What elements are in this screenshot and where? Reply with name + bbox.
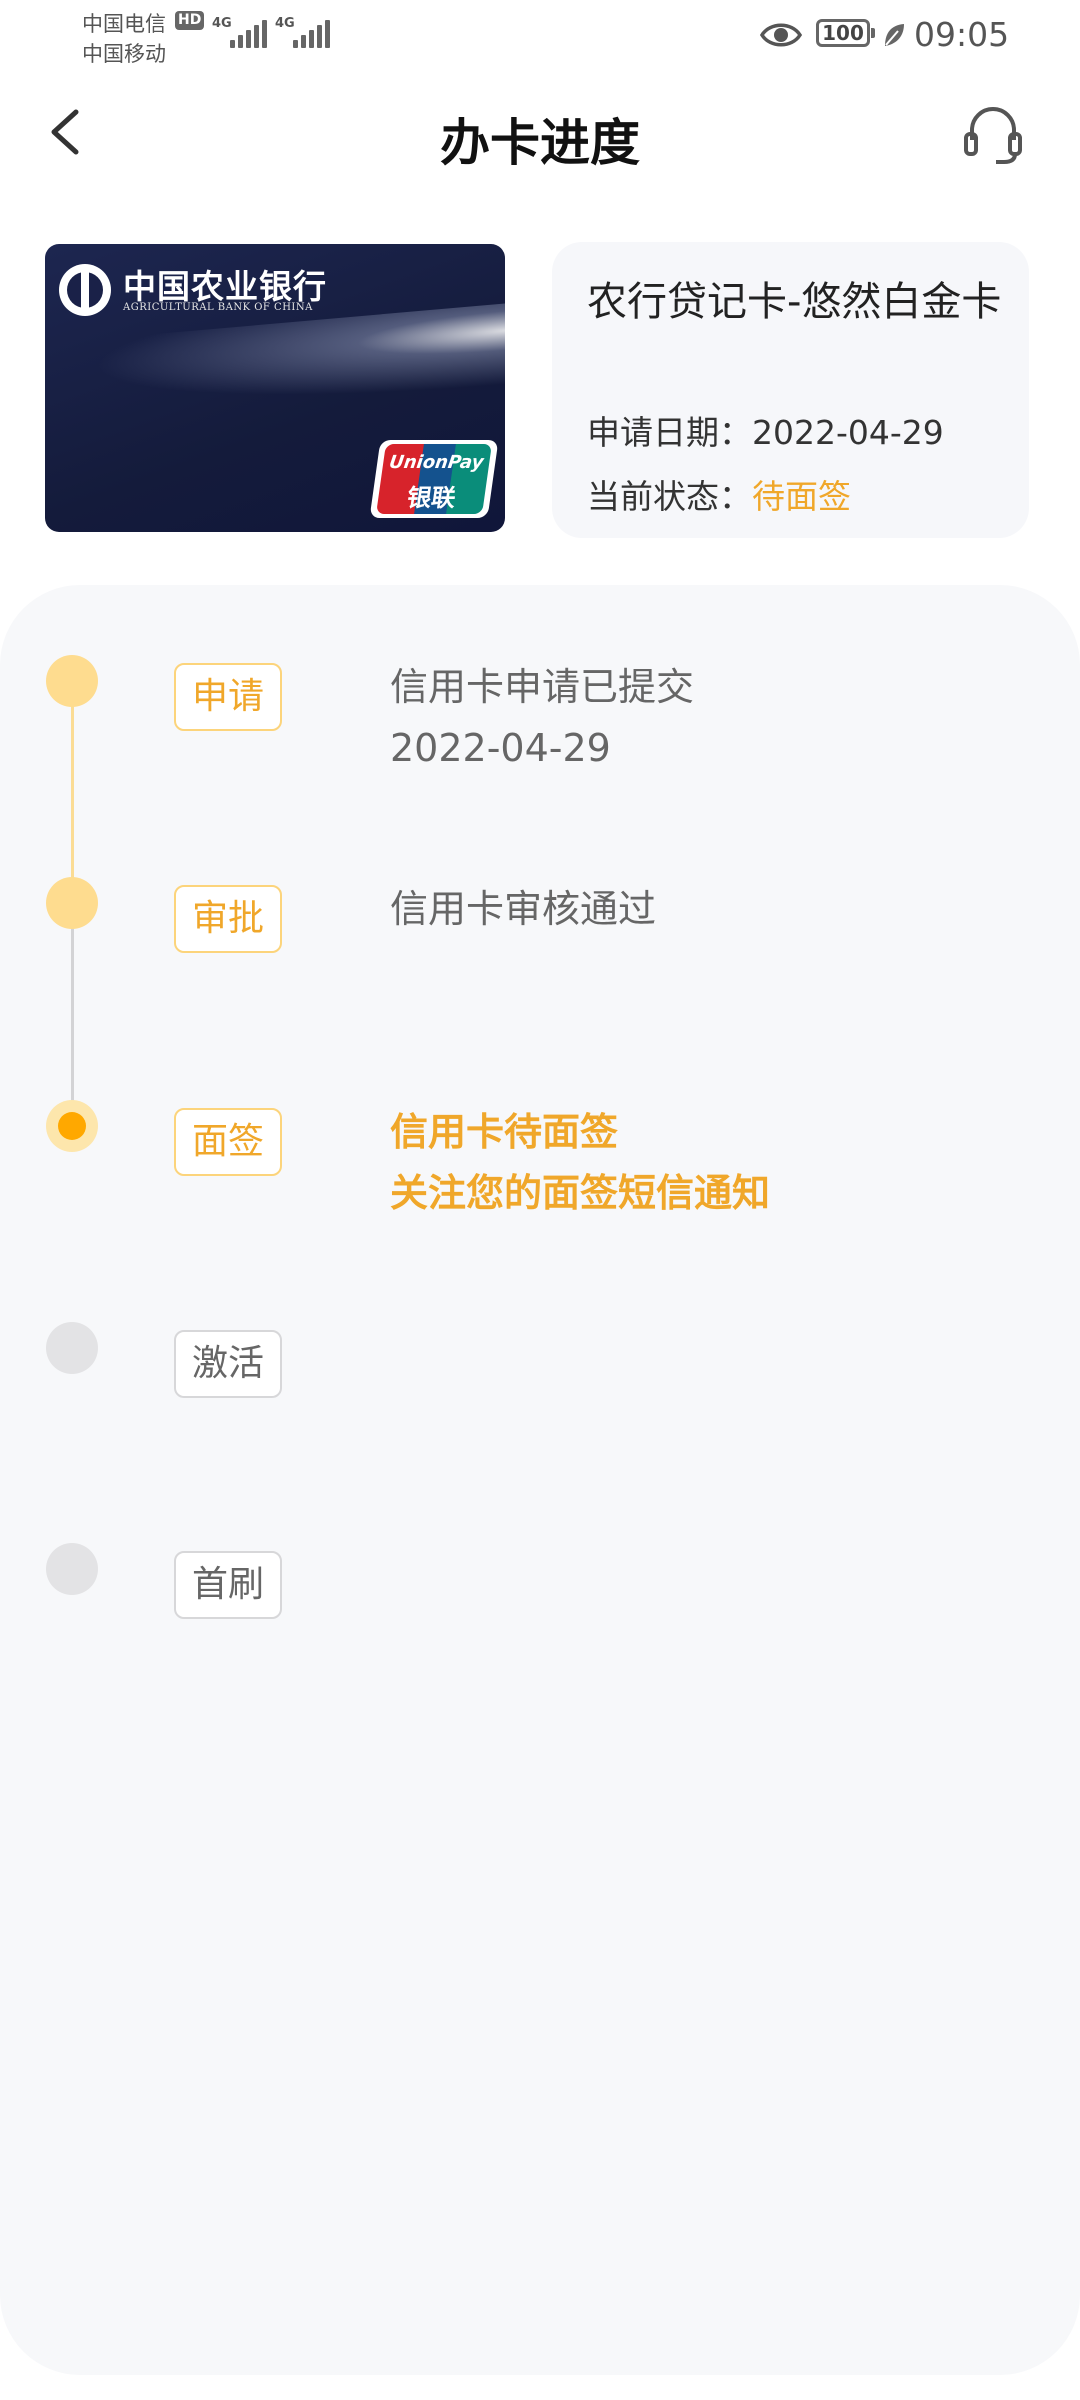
progress-panel: 申请 信用卡申请已提交 2022-04-29 审批 信用卡审核通过 面签 信用卡… <box>0 585 1080 2375</box>
current-status-row: 当前状态：待面签 <box>587 470 851 518</box>
step-description-interview: 信用卡待面签 关注您的面签短信通知 <box>390 1102 770 1224</box>
carrier-primary: 中国电信 <box>82 12 166 36</box>
step-badge-apply: 申请 <box>174 663 282 731</box>
current-status-value: 待面签 <box>752 477 851 516</box>
unionpay-text-cn: 银联 <box>405 484 458 512</box>
step-text-line: 信用卡申请已提交 <box>390 665 695 709</box>
signal-icon: 4G <box>212 16 274 50</box>
step-badge-interview: 面签 <box>174 1108 282 1176</box>
unionpay-logo-icon: UnionPay 银联 <box>369 440 499 518</box>
timeline-dot-activate <box>46 1322 98 1374</box>
step-text-line: 关注您的面签短信通知 <box>390 1171 771 1215</box>
step-badge-first-swipe: 首刷 <box>174 1551 282 1619</box>
timeline-dot-first-swipe <box>46 1543 98 1595</box>
current-status-label: 当前状态： <box>587 477 752 516</box>
page-title: 办卡进度 <box>440 114 640 172</box>
step-text-line: 信用卡待面签 <box>390 1110 619 1154</box>
application-date-label: 申请日期： <box>587 413 752 452</box>
power-saving-leaf-icon <box>885 24 904 46</box>
timeline-dot-interview <box>46 1100 98 1152</box>
step-text-line: 信用卡审核通过 <box>390 887 657 931</box>
timeline-line <box>71 680 74 901</box>
status-bar: 中国电信 中国移动 HD 4G 4G 100 09:05 <box>0 0 1080 72</box>
credit-card-image: 中国农业银行 AGRICULTURAL BANK OF CHINA UnionP… <box>45 244 505 532</box>
bank-name-english: AGRICULTURAL BANK OF CHINA <box>123 302 313 313</box>
status-time: 09:05 <box>914 15 1010 54</box>
application-date-value: 2022-04-29 <box>752 413 944 452</box>
step-description-apply: 信用卡申请已提交 2022-04-29 <box>390 657 694 779</box>
timeline-line <box>71 901 74 1124</box>
network-type: 4G <box>275 16 295 31</box>
card-product-name: 农行贷记卡-悠然白金卡 <box>587 279 1002 325</box>
carrier-secondary: 中国移动 <box>82 42 166 66</box>
eye-comfort-icon <box>760 23 802 47</box>
application-date-row: 申请日期：2022-04-29 <box>587 406 944 454</box>
battery-icon: 100 <box>816 19 875 47</box>
step-badge-activate: 激活 <box>174 1330 282 1398</box>
bank-name: 中国农业银行 <box>123 267 327 306</box>
hd-badge: HD <box>175 11 205 30</box>
card-info-panel: 农行贷记卡-悠然白金卡 申请日期：2022-04-29 当前状态：待面签 <box>552 242 1029 538</box>
signal-icon: 4G <box>275 16 337 50</box>
step-badge-approval: 审批 <box>174 885 282 953</box>
step-text-line: 2022-04-29 <box>390 726 611 770</box>
step-description-approval: 信用卡审核通过 <box>390 879 656 940</box>
unionpay-text: UnionPay <box>387 452 485 473</box>
timeline-dot-approval <box>46 877 98 929</box>
customer-service-headset-icon[interactable] <box>960 100 1026 166</box>
network-type: 4G <box>212 16 232 31</box>
timeline-dot-apply <box>46 655 98 707</box>
bank-logo-icon <box>59 264 111 316</box>
card-sheen <box>45 298 505 436</box>
